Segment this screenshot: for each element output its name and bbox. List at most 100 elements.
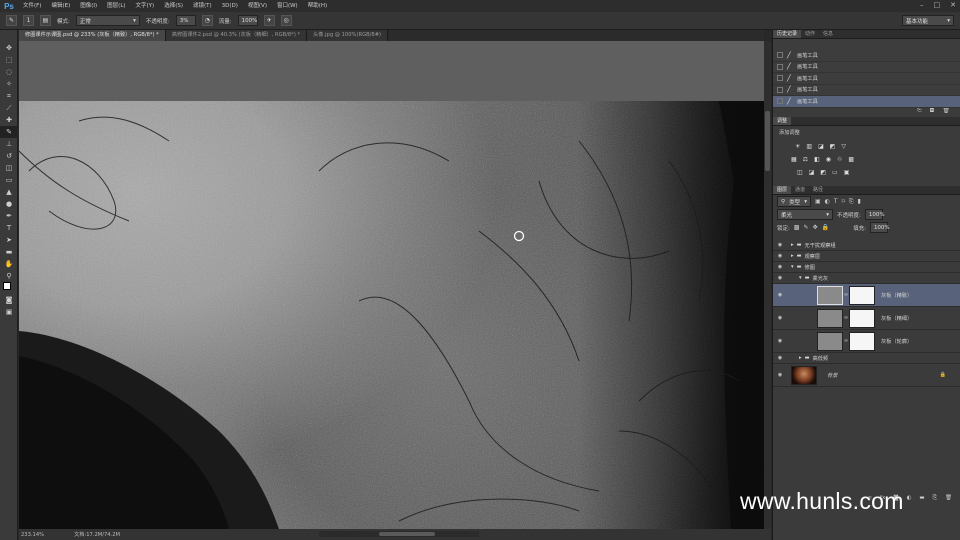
horizontal-scroll-thumb[interactable] xyxy=(379,532,435,536)
opacity-input[interactable]: 3% xyxy=(175,15,196,26)
doc-tab-3[interactable]: 头像.jpg @ 100%(RGB/8#) xyxy=(307,30,389,41)
eraser-tool-icon[interactable]: ◫ xyxy=(0,162,18,174)
color-lookup-icon[interactable]: ▩ xyxy=(848,156,854,163)
menu-3d[interactable]: 3D(D) xyxy=(217,0,243,12)
doc-size[interactable]: 文档:17.2M/74.2M xyxy=(74,531,120,538)
menu-window[interactable]: 窗口(W) xyxy=(272,0,303,12)
camera-icon[interactable]: ◘ xyxy=(930,107,935,114)
eye-icon[interactable]: ◉ xyxy=(773,315,787,321)
crop-tool-icon[interactable]: ⌗ xyxy=(0,90,18,102)
history-item-selected[interactable]: ╱ 画笔工具 xyxy=(773,96,960,108)
shape-tool-icon[interactable]: ▬ xyxy=(0,246,18,258)
trash-icon[interactable]: 🗑 xyxy=(942,107,950,114)
layer-row-selected[interactable]: ◉ ∞ 灰板（精致） xyxy=(773,284,960,307)
layer-row[interactable]: ◉ ∞ 灰板（精细） xyxy=(773,307,960,330)
layer-group-row[interactable]: ◉ ▸ ▬ 无干扰观察组 xyxy=(773,240,960,251)
vibrance-icon[interactable]: ▽ xyxy=(841,143,846,150)
threshold-icon[interactable]: ◩ xyxy=(820,169,826,176)
close-button[interactable]: ✕ xyxy=(950,1,956,9)
eye-icon[interactable]: ◉ xyxy=(773,338,787,344)
triangle-right-icon[interactable]: ▸ xyxy=(791,253,794,259)
new-layer-icon[interactable]: ⎘ xyxy=(933,495,937,505)
new-group-icon[interactable]: ▬ xyxy=(919,495,924,505)
photo-filter-icon[interactable]: ◉ xyxy=(826,156,831,163)
tab-paths[interactable]: 路径 xyxy=(809,186,827,194)
clone-stamp-tool-icon[interactable]: ⊥ xyxy=(0,138,18,150)
vertical-scrollbar[interactable] xyxy=(764,41,771,529)
screen-mode-icon[interactable]: ▣ xyxy=(0,306,18,318)
pressure-opacity-icon[interactable]: ◔ xyxy=(201,15,213,26)
lock-all-icon[interactable]: 🔒 xyxy=(822,224,829,231)
brush-tool-icon[interactable]: ✎ xyxy=(0,126,18,138)
flow-input[interactable]: 100% xyxy=(237,15,258,26)
menu-edit[interactable]: 编辑(E) xyxy=(46,0,75,12)
vertical-scroll-thumb[interactable] xyxy=(765,111,770,171)
menu-help[interactable]: 帮助(H) xyxy=(303,0,332,12)
layer-row-background[interactable]: ◉ 背景 🔒 xyxy=(773,364,960,387)
eye-icon[interactable]: ◉ xyxy=(773,264,787,270)
dodge-tool-icon[interactable]: ● xyxy=(0,198,18,210)
history-item[interactable]: ╱ 画笔工具 xyxy=(773,85,960,96)
history-item[interactable]: ╱ 画笔工具 xyxy=(773,73,960,85)
workspace-select[interactable]: 基本功能 ▾ xyxy=(902,15,954,26)
tab-info[interactable]: 信息 xyxy=(819,30,837,38)
healing-tool-icon[interactable]: ✚ xyxy=(0,114,18,126)
minimize-button[interactable]: – xyxy=(920,1,924,9)
selective-color-icon[interactable]: ▣ xyxy=(844,169,850,176)
quick-select-tool-icon[interactable]: ✧ xyxy=(0,78,18,90)
brightness-icon[interactable]: ☀ xyxy=(795,143,800,150)
lock-position-icon[interactable]: ✥ xyxy=(813,224,818,231)
menu-view[interactable]: 视图(V) xyxy=(243,0,272,12)
airbrush-icon[interactable]: ✈ xyxy=(263,15,275,26)
lock-pixels-icon[interactable]: ✎ xyxy=(804,224,809,231)
eye-icon[interactable]: ◉ xyxy=(773,242,787,248)
invert-icon[interactable]: ◫ xyxy=(797,169,803,176)
type-tool-icon[interactable]: T xyxy=(0,222,18,234)
pressure-size-icon[interactable]: ◎ xyxy=(280,15,292,26)
menu-image[interactable]: 图像(I) xyxy=(75,0,102,12)
mode-select[interactable]: 正常 ▾ xyxy=(75,15,140,26)
blend-mode-select[interactable]: 柔光 ▾ xyxy=(777,209,833,220)
posterize-icon[interactable]: ◪ xyxy=(809,169,815,176)
tab-channels[interactable]: 通道 xyxy=(791,186,809,194)
hue-saturation-icon[interactable]: ▦ xyxy=(791,156,797,163)
horizontal-scrollbar[interactable] xyxy=(319,531,479,537)
pen-tool-icon[interactable]: ✒ xyxy=(0,210,18,222)
brush-size-picker[interactable]: 1 xyxy=(23,15,34,26)
menu-filter[interactable]: 滤镜(T) xyxy=(188,0,217,12)
doc-tab-2[interactable]: 高修图课件2.psd @ 40.3% (灰板（精细）, RGB/8*) * xyxy=(165,30,308,41)
filter-adjust-icon[interactable]: ◐ xyxy=(825,198,830,205)
tab-history[interactable]: 历史记录 xyxy=(773,30,802,38)
maximize-button[interactable]: □ xyxy=(934,1,941,9)
move-tool-icon[interactable]: ✥ xyxy=(0,42,18,54)
layer-mask-thumbnail[interactable] xyxy=(849,308,875,328)
gradient-map-icon[interactable]: ▭ xyxy=(832,169,838,176)
eye-icon[interactable]: ◉ xyxy=(773,253,787,259)
menu-layer[interactable]: 图层(L) xyxy=(102,0,130,12)
eye-icon[interactable]: ◉ xyxy=(773,355,787,361)
tab-actions[interactable]: 动作 xyxy=(801,30,819,38)
adjustment-layer-icon[interactable]: ◐ xyxy=(907,495,912,505)
black-white-icon[interactable]: ◧ xyxy=(814,156,820,163)
color-balance-icon[interactable]: ⚖ xyxy=(803,156,808,163)
exposure-icon[interactable]: ◩ xyxy=(830,143,836,150)
zoom-tool-icon[interactable]: ⚲ xyxy=(0,270,18,282)
tab-adjustments[interactable]: 调整 xyxy=(773,117,792,125)
filter-type-icon[interactable]: T xyxy=(834,198,838,205)
curves-icon[interactable]: ◪ xyxy=(818,143,824,150)
layer-group-row[interactable]: ◉ ▸ ▬ 观察层 xyxy=(773,251,960,262)
lasso-tool-icon[interactable]: ◌ xyxy=(0,66,18,78)
history-item[interactable]: ╱ 画笔工具 xyxy=(773,50,960,62)
filter-shape-icon[interactable]: ⌑ xyxy=(842,198,845,205)
layer-group-row[interactable]: ◉ ▾ ▬ 修图 xyxy=(773,262,960,273)
layer-mask-thumbnail[interactable] xyxy=(849,285,875,305)
eye-icon[interactable]: ◉ xyxy=(773,275,787,281)
eye-icon[interactable]: ◉ xyxy=(773,372,787,378)
color-swatches-icon[interactable] xyxy=(0,282,18,294)
marquee-tool-icon[interactable]: ⬚ xyxy=(0,54,18,66)
zoom-level[interactable]: 233.14% xyxy=(21,532,44,538)
layer-opacity-input[interactable]: 100% xyxy=(864,209,885,220)
layer-mask-thumbnail[interactable] xyxy=(849,331,875,351)
gradient-tool-icon[interactable]: ▭ xyxy=(0,174,18,186)
layer-group-row[interactable]: ◉ ▸ ▬ 高低频 xyxy=(773,353,960,364)
